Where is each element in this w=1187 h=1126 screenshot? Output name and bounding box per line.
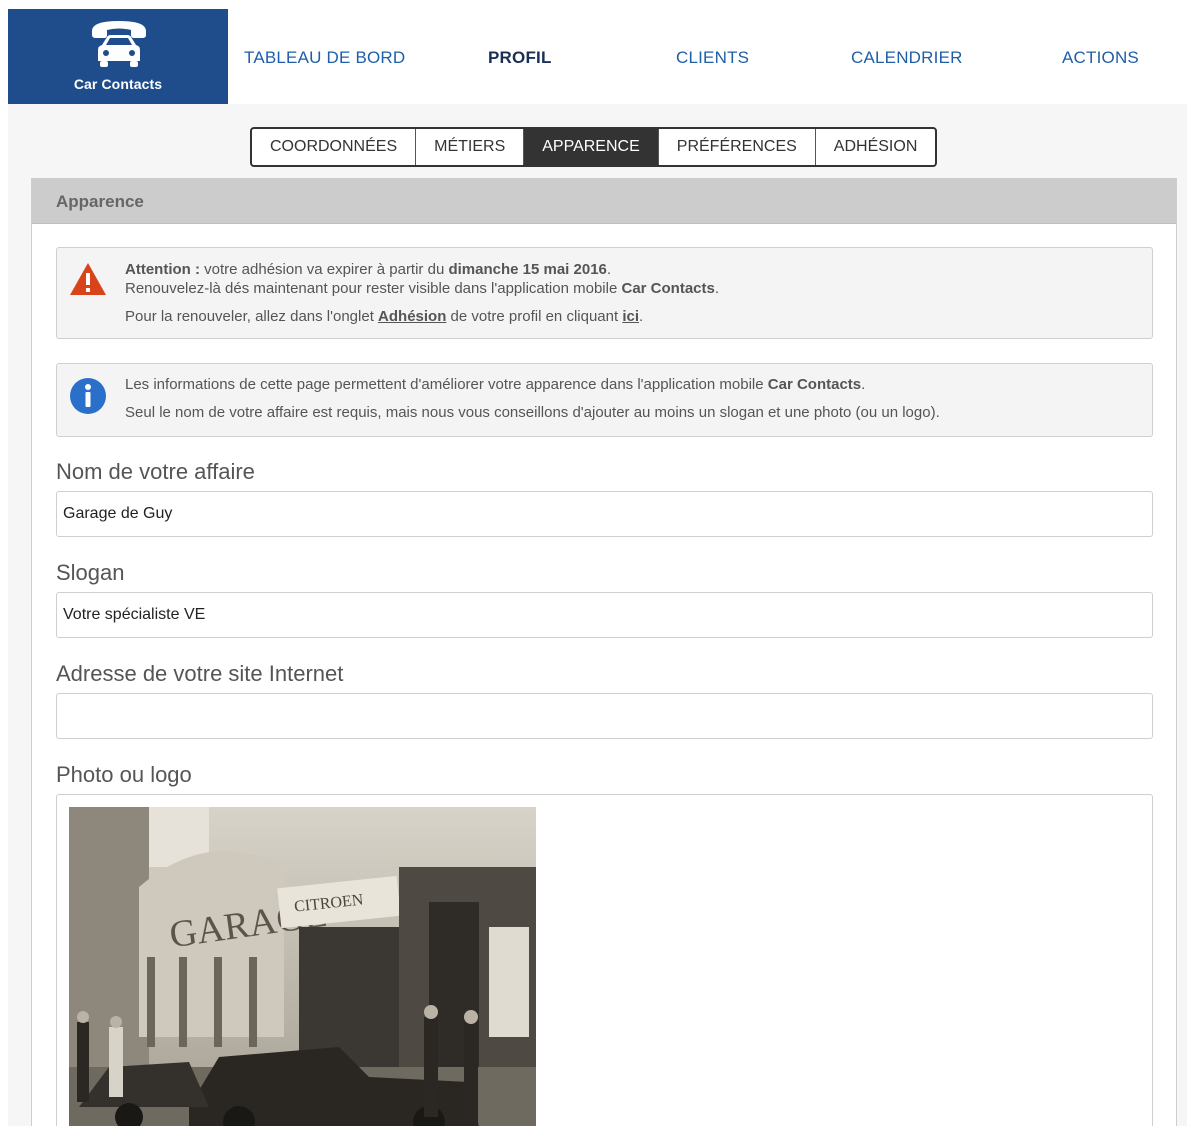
warning-alert: Attention : votre adhésion va expirer à …	[56, 247, 1153, 339]
photo-upload-box[interactable]: GARAGE CITROEN	[56, 794, 1153, 1126]
nav-tableau-de-bord[interactable]: TABLEAU DE BORD	[244, 48, 405, 68]
car-phone-icon	[92, 21, 146, 67]
slogan-input[interactable]	[56, 592, 1153, 638]
photo-label: Photo ou logo	[56, 762, 192, 787]
garage-photo[interactable]: GARAGE CITROEN	[69, 807, 536, 1126]
warning-line-1: Attention : votre adhésion va expirer à …	[125, 261, 612, 278]
tab-coordonnees[interactable]: COORDONNÉES	[252, 129, 417, 165]
info-line-2: Seul le nom de votre affaire est requis,…	[125, 404, 940, 421]
tab-apparence[interactable]: APPARENCE	[524, 129, 659, 165]
adhesion-link[interactable]: Adhésion	[378, 308, 446, 325]
website-label: Adresse de votre site Internet	[56, 661, 344, 686]
garage-photo-image: GARAGE CITROEN	[69, 807, 536, 1126]
info-icon	[70, 378, 106, 414]
tab-adhesion[interactable]: ADHÉSION	[816, 129, 936, 165]
profile-subtabs: COORDONNÉES MÉTIERS APPARENCE PRÉFÉRENCE…	[250, 127, 938, 167]
website-input[interactable]	[56, 693, 1153, 739]
tab-metiers[interactable]: MÉTIERS	[416, 129, 525, 165]
ici-link[interactable]: ici	[622, 308, 639, 325]
nav-calendrier[interactable]: CALENDRIER	[851, 48, 963, 68]
app-logo[interactable]: Car Contacts	[8, 9, 228, 104]
nav-actions[interactable]: ACTIONS	[1062, 48, 1139, 68]
top-bar: Car Contacts TABLEAU DE BORD PROFIL CLIE…	[0, 0, 1187, 104]
slogan-label: Slogan	[56, 560, 125, 585]
nav-clients[interactable]: CLIENTS	[676, 48, 749, 68]
business-name-label: Nom de votre affaire	[56, 459, 255, 484]
warning-icon	[70, 263, 106, 295]
info-alert: Les informations de cette page permetten…	[56, 363, 1153, 437]
business-name-input[interactable]	[56, 491, 1153, 537]
apparence-panel: Apparence Attention : votre adhésion va …	[31, 178, 1177, 1126]
panel-title: Apparence	[32, 179, 1176, 224]
tab-preferences[interactable]: PRÉFÉRENCES	[659, 129, 816, 165]
nav-profil[interactable]: PROFIL	[488, 48, 552, 68]
app-name: Car Contacts	[73, 76, 163, 92]
warning-line-3: Pour la renouveler, allez dans l'onglet …	[125, 308, 644, 325]
info-line-1: Les informations de cette page permetten…	[125, 376, 866, 393]
warning-line-2: Renouvelez-là dés maintenant pour rester…	[125, 280, 720, 297]
